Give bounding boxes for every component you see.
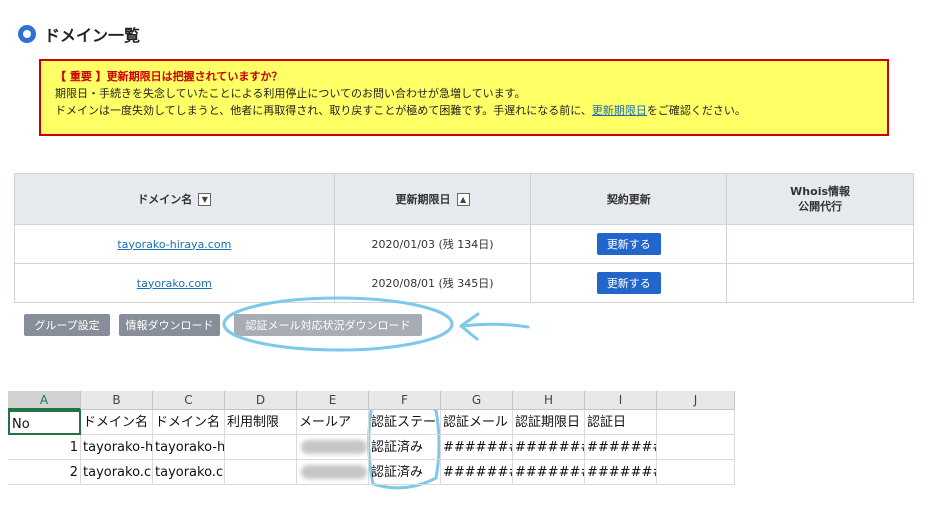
header-domain: ドメイン名 ▼ — [14, 173, 335, 225]
table-cell[interactable] — [225, 460, 297, 485]
notice-line-2-suffix: をご確認ください。 — [646, 104, 746, 117]
header-cell[interactable]: ドメイン名 — [153, 410, 225, 435]
table-cell[interactable] — [657, 435, 735, 460]
table-cell[interactable]: 認証済み — [369, 435, 441, 460]
column-header-b[interactable]: B — [81, 391, 153, 410]
table-cell[interactable]: ####### — [513, 435, 585, 460]
table-header-row: ドメイン名 ▼ 更新期限日 ▲ 契約更新 Whois情報 公開代行 — [14, 173, 914, 225]
column-header-h[interactable]: H — [513, 391, 585, 410]
domain-cell: tayorako.com — [14, 263, 335, 303]
table-cell[interactable]: tayorako-hiraya.com — [81, 435, 153, 460]
expiry-date-link[interactable]: 更新期限日 — [592, 104, 647, 117]
notice-line-2: ドメインは一度失効してしまうと、他者に再取得され、取り戻すことが極めて困難です。… — [55, 102, 873, 119]
renew-cell: 更新する — [530, 263, 728, 303]
annotation-arrow-icon — [459, 312, 530, 341]
page-title: ドメイン一覧 — [44, 26, 141, 45]
column-header-g[interactable]: G — [441, 391, 513, 410]
domain-table: ドメイン名 ▼ 更新期限日 ▲ 契約更新 Whois情報 公開代行 tayorako… — [14, 173, 914, 303]
expiry-cell: 2020/08/01 (残 345日) — [333, 263, 532, 303]
header-whois: Whois情報 公開代行 — [726, 173, 914, 225]
table-cell[interactable]: 1 — [8, 435, 81, 460]
renew-button[interactable]: 更新する — [596, 233, 661, 255]
header-renewal-label: 契約更新 — [606, 192, 651, 206]
column-header-a[interactable]: A — [8, 391, 81, 410]
cert-status-download-button[interactable]: 認証メール対応状況ダウンロード — [234, 314, 422, 336]
header-cell[interactable]: 認証メール — [441, 410, 513, 435]
important-notice: 【 重要 】更新期限日は把握されていますか？ 期限日・手続きを失念していたことに… — [39, 59, 889, 136]
whois-cell — [726, 224, 914, 264]
domain-link[interactable]: tayorako-hiraya.com — [117, 238, 231, 251]
table-row: tayorako-hiraya.com 2020/01/03 (残 134日) … — [14, 224, 914, 264]
sort-asc-icon[interactable]: ▲ — [456, 193, 470, 206]
header-domain-label: ドメイン名 — [137, 192, 193, 206]
column-header-c[interactable]: C — [153, 391, 225, 410]
table-cell[interactable] — [225, 435, 297, 460]
header-expiry-label: 更新期限日 — [395, 192, 451, 206]
table-cell[interactable]: tayorako.com — [153, 460, 225, 485]
redacted-email — [301, 440, 367, 454]
header-cell[interactable]: 認証ステー — [369, 410, 441, 435]
column-header-e[interactable]: E — [297, 391, 369, 410]
column-header-i[interactable]: I — [585, 391, 657, 410]
header-cell[interactable] — [657, 410, 735, 435]
header-whois-line2: 公開代行 — [798, 200, 843, 213]
table-cell[interactable]: ####### — [441, 460, 513, 485]
header-expiry: 更新期限日 ▲ — [333, 173, 532, 225]
header-whois-line1: Whois情報 — [790, 185, 851, 198]
whois-cell — [726, 263, 914, 303]
expiry-cell: 2020/01/03 (残 134日) — [333, 224, 532, 264]
table-cell[interactable]: ####### — [585, 435, 657, 460]
domain-cell: tayorako-hiraya.com — [14, 224, 335, 264]
circle-bullet-icon — [18, 25, 36, 43]
info-download-button[interactable]: 情報ダウンロード — [119, 314, 220, 336]
table-cell[interactable]: tayorako.com — [81, 460, 153, 485]
sort-desc-icon[interactable]: ▼ — [198, 193, 212, 206]
page-heading: ドメイン一覧 — [18, 22, 140, 46]
table-row: tayorako.com 2020/08/01 (残 345日) 更新する — [14, 263, 914, 303]
notice-title: 【 重要 】更新期限日は把握されていますか？ — [55, 70, 283, 83]
renew-cell: 更新する — [530, 224, 728, 264]
header-renewal: 契約更新 — [530, 173, 728, 225]
column-header-f[interactable]: F — [369, 391, 441, 410]
header-cell[interactable]: 利用制限 — [225, 410, 297, 435]
header-cell[interactable]: 認証期限日 — [513, 410, 585, 435]
column-header-d[interactable]: D — [225, 391, 297, 410]
header-cell[interactable]: ドメイン名 — [81, 410, 153, 435]
header-cell[interactable]: 認証日 — [585, 410, 657, 435]
spreadsheet-view: A B C D E F G H I J No ドメイン名 ドメイン名 利用制限 メールア 認証ステー 認証メール… — [8, 391, 735, 491]
column-header-j[interactable]: J — [657, 391, 735, 410]
domain-link[interactable]: tayorako.com — [137, 277, 212, 290]
table-cell[interactable]: ####### — [441, 435, 513, 460]
table-cell[interactable]: 認証済み — [369, 460, 441, 485]
table-cell[interactable]: ####### — [585, 460, 657, 485]
header-cell[interactable]: No — [8, 410, 81, 435]
renew-button[interactable]: 更新する — [596, 272, 661, 294]
table-cell[interactable]: tayorako-hiraya.com — [153, 435, 225, 460]
notice-line-2-text: ドメインは一度失効してしまうと、他者に再取得され、取り戻すことが極めて困難です。… — [55, 104, 592, 117]
table-cell[interactable]: 2 — [8, 460, 81, 485]
redacted-email — [301, 465, 367, 479]
group-settings-button[interactable]: グループ設定 — [24, 314, 110, 336]
header-cell[interactable]: メールア — [297, 410, 369, 435]
table-cell[interactable] — [657, 460, 735, 485]
notice-line-1: 期限日・手続きを失念していたことによる利用停止についてのお問い合わせが急増してい… — [55, 87, 526, 100]
table-cell[interactable]: ####### — [513, 460, 585, 485]
spreadsheet-grid: A B C D E F G H I J No ドメイン名 ドメイン名 利用制限 メールア 認証ステー 認証メール… — [8, 391, 735, 491]
